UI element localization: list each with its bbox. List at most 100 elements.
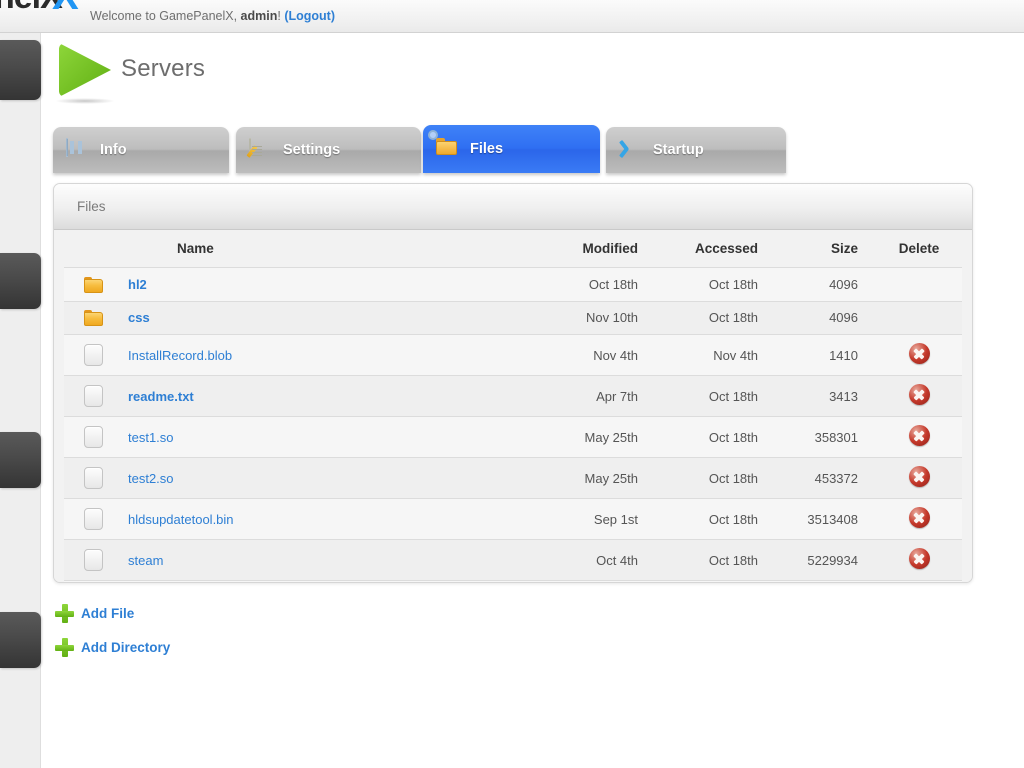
document-pencil-icon: [246, 138, 271, 161]
file-name-link[interactable]: test2.so: [128, 471, 174, 486]
column-size[interactable]: Size: [766, 230, 876, 268]
cell-accessed: Oct 18th: [646, 539, 766, 582]
plus-icon: [55, 638, 74, 657]
cell-modified: Oct 18th: [526, 267, 646, 302]
table-row[interactable]: css Nov 10th Oct 18th 4096: [64, 301, 962, 336]
add-directory-link[interactable]: Add Directory: [81, 640, 170, 655]
table-row[interactable]: steam Oct 4th Oct 18th 5229934: [64, 539, 962, 582]
file-name-link[interactable]: steam: [128, 553, 163, 568]
table-row[interactable]: test1.so May 25th Oct 18th 358301: [64, 416, 962, 459]
column-icon: [64, 230, 122, 268]
username-label: admin: [240, 9, 278, 23]
cell-modified: Nov 10th: [526, 301, 646, 336]
table-row[interactable]: hl2 Oct 18th Oct 18th 4096: [64, 267, 962, 302]
files-table-body: hl2 Oct 18th Oct 18th 4096 css Nov 10th Oct 18…: [64, 267, 962, 582]
delete-icon[interactable]: [908, 507, 930, 529]
tab-settings[interactable]: Settings: [236, 127, 421, 173]
tab-info-label: Info: [100, 142, 127, 158]
file-name-link[interactable]: hldsupdatetool.bin: [128, 512, 234, 527]
cell-accessed: Oct 18th: [646, 457, 766, 500]
file-name-link[interactable]: hl2: [128, 277, 147, 292]
file-name-link[interactable]: readme.txt: [128, 389, 194, 404]
file-name-link[interactable]: InstallRecord.blob: [128, 348, 232, 363]
welcome-suffix: !: [277, 9, 281, 23]
file-icon: [64, 334, 122, 377]
cell-size: 3513408: [766, 498, 876, 541]
file-icon: [64, 416, 122, 459]
files-panel-body: Name Modified Accessed Size Delete hl2 Oc…: [54, 230, 972, 582]
cell-delete: [876, 498, 962, 541]
file-icon: [64, 539, 122, 582]
file-actions: Add File Add Directory: [55, 600, 170, 668]
table-row[interactable]: test2.so May 25th Oct 18th 453372: [64, 457, 962, 500]
cell-size: 3413: [766, 375, 876, 418]
cell-modified: May 25th: [526, 457, 646, 500]
cell-delete: [876, 457, 962, 500]
rail-block-2[interactable]: [0, 253, 41, 309]
cell-size: 1410: [766, 334, 876, 377]
add-file-row[interactable]: Add File: [55, 600, 170, 627]
delete-icon[interactable]: [908, 548, 930, 570]
tab-settings-label: Settings: [283, 142, 341, 158]
column-modified[interactable]: Modified: [526, 230, 646, 268]
cell-size: 5229934: [766, 539, 876, 582]
column-accessed[interactable]: Accessed: [646, 230, 766, 268]
cell-name: hl2: [122, 267, 526, 302]
welcome-message: Welcome to GamePanelX, admin! (Logout): [90, 9, 335, 23]
logout-link[interactable]: (Logout): [284, 9, 335, 23]
files-panel: Files Name Modified Accessed Size Delete…: [53, 183, 973, 583]
cell-accessed: Oct 18th: [646, 301, 766, 336]
app-logo[interactable]: nelX X: [0, 0, 86, 24]
files-table-header-row: Name Modified Accessed Size Delete: [64, 230, 962, 268]
cell-name: InstallRecord.blob: [122, 334, 526, 377]
tab-files-label: Files: [470, 141, 504, 157]
add-directory-row[interactable]: Add Directory: [55, 634, 170, 661]
cell-name: steam: [122, 539, 526, 582]
logo-x-icon: X: [52, 0, 79, 19]
left-sidebar: [0, 33, 41, 768]
delete-icon[interactable]: [908, 425, 930, 447]
cell-modified: Sep 1st: [526, 498, 646, 541]
cell-accessed: Nov 4th: [646, 334, 766, 377]
tab-files[interactable]: Files: [423, 125, 600, 173]
cell-modified: May 25th: [526, 416, 646, 459]
cell-name: css: [122, 301, 526, 336]
cell-delete: [876, 539, 962, 582]
column-name[interactable]: Name: [122, 230, 526, 268]
folder-icon: [64, 301, 122, 336]
cell-modified: Apr 7th: [526, 375, 646, 418]
column-delete: Delete: [876, 230, 962, 268]
app-root: nelX X Welcome to GamePanelX, admin! (Lo…: [0, 0, 1024, 768]
cell-size: 453372: [766, 457, 876, 500]
tab-bar: Info Settings Files Startup: [53, 125, 793, 174]
cell-delete: [876, 375, 962, 418]
files-table: Name Modified Accessed Size Delete hl2 Oc…: [64, 230, 962, 582]
tab-info[interactable]: Info: [53, 127, 229, 173]
tab-startup[interactable]: Startup: [606, 127, 786, 173]
cell-modified: Nov 4th: [526, 334, 646, 377]
rail-block-4[interactable]: [0, 612, 41, 668]
delete-icon[interactable]: [908, 466, 930, 488]
table-row[interactable]: hldsupdatetool.bin Sep 1st Oct 18th 3513408: [64, 498, 962, 541]
table-row[interactable]: readme.txt Apr 7th Oct 18th 3413: [64, 375, 962, 418]
cell-delete: [876, 416, 962, 459]
cell-size: 358301: [766, 416, 876, 459]
cell-name: test2.so: [122, 457, 526, 500]
file-name-link[interactable]: test1.so: [128, 430, 174, 445]
cell-delete: [876, 580, 962, 582]
delete-icon[interactable]: [908, 343, 930, 365]
table-row[interactable]: InstallRecord.blob Nov 4th Nov 4th 1410: [64, 334, 962, 377]
delete-icon[interactable]: [908, 384, 930, 406]
top-bar: nelX X Welcome to GamePanelX, admin! (Lo…: [0, 0, 1024, 33]
file-icon: [64, 580, 122, 582]
file-name-link[interactable]: css: [128, 310, 150, 325]
cell-size: 4096: [766, 267, 876, 302]
cell-name: hldsupdatetool.bin: [122, 498, 526, 541]
rail-block-1[interactable]: [0, 40, 41, 100]
add-file-link[interactable]: Add File: [81, 606, 134, 621]
cell-modified: Oct 4th: [526, 539, 646, 582]
cell-delete: [876, 301, 962, 336]
cell-modified: May 25th: [526, 580, 646, 582]
table-row[interactable]: test3.soMay 25thOct 18th8306090: [64, 580, 962, 582]
rail-block-3[interactable]: [0, 432, 41, 488]
